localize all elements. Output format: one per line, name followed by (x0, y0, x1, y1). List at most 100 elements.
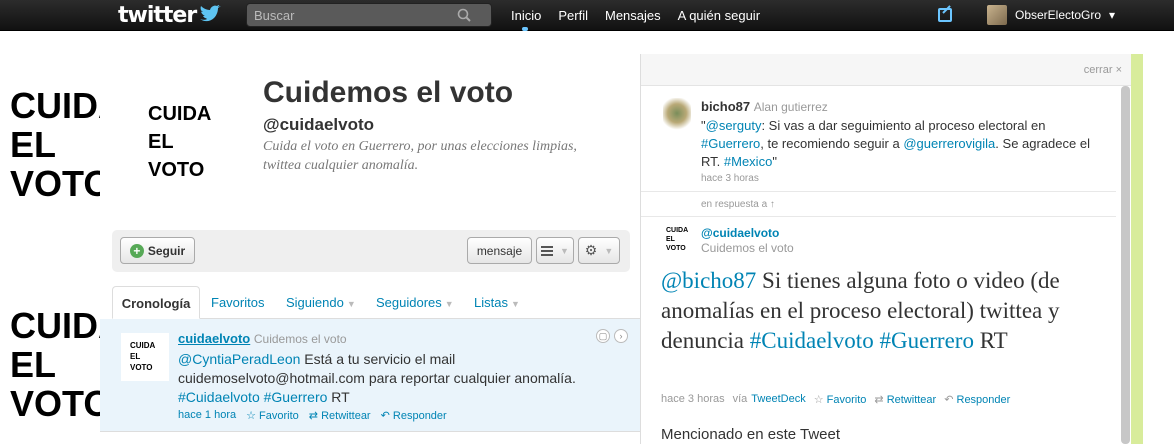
chevron-down-icon: ▼ (604, 245, 614, 256)
mentioned-heading: Mencionado en este Tweet (661, 426, 841, 443)
tab-label: Siguiendo (286, 295, 344, 310)
profile-handle: @cuidaelvoto (263, 115, 375, 134)
scrollbar[interactable] (1121, 86, 1130, 444)
message-button[interactable]: mensaje (467, 237, 532, 264)
parent-tweet-header: bicho87 Alan gutierrez (701, 99, 828, 114)
reply-icon: ↶ (944, 394, 954, 406)
tweet-text: @CyntiaPeradLeon Está a tu servicio el m… (178, 350, 598, 407)
profile-avatar[interactable]: CUIDA EL VOTO (148, 100, 211, 184)
tweet-header: cuidaelvoto Cuidemos el voto (178, 331, 347, 346)
mention-link[interactable]: @bicho87 (661, 268, 756, 293)
tweet-username[interactable]: cuidaelvoto (178, 331, 250, 346)
twitter-logo[interactable]: twitter (118, 2, 222, 28)
timeline-tweet[interactable]: CUIDA EL VOTO cuidaelvoto Cuidemos el vo… (100, 319, 641, 432)
tweet-body-end: RT (327, 389, 350, 405)
gear-icon: ⚙ (584, 242, 598, 258)
tweet-detail-pane: cerrar × bicho87 Alan gutierrez " @sergut… (640, 54, 1134, 444)
search-box[interactable] (246, 3, 492, 27)
chevron-down-icon: ▼ (346, 299, 356, 309)
nav-a-quien-seguir[interactable]: A quién seguir (678, 8, 760, 23)
tweet-time[interactable]: hace 1 hora (178, 409, 236, 422)
parent-tweet-avatar[interactable] (663, 98, 691, 132)
mention-link[interactable]: @serguty (706, 118, 762, 133)
nav-perfil[interactable]: Perfil (558, 8, 588, 23)
tab-favoritos[interactable]: Favoritos (211, 286, 264, 319)
nav-mensajes[interactable]: Mensajes (605, 8, 661, 23)
retweet-icon: ⇄ (874, 394, 884, 406)
close-button[interactable]: cerrar × (1084, 64, 1122, 76)
avatar-line: CUIDA (666, 227, 689, 234)
profile-name: Cuidemos el voto (263, 76, 514, 109)
avatar (987, 5, 1007, 25)
nav-inicio[interactable]: Inicio (511, 8, 541, 23)
chevron-down-icon: ▼ (510, 299, 520, 309)
main-tweet-avatar[interactable]: CUIDA EL VOTO (666, 226, 688, 253)
settings-menu-button[interactable]: ⚙ ▼ (578, 237, 620, 264)
favorite-action[interactable]: ☆ Favorito (246, 409, 299, 422)
tweet-mention[interactable]: @CyntiaPeradLeon (178, 351, 300, 367)
star-icon: ☆ (813, 394, 824, 406)
pane-header: cerrar × (641, 54, 1134, 86)
conversation-icon[interactable]: ▢ (596, 329, 610, 343)
parent-tweet-time[interactable]: hace 3 horas (701, 173, 759, 184)
bird-icon (200, 5, 222, 22)
follow-button[interactable]: + Seguir (120, 237, 195, 264)
hashtag-link[interactable]: #Mexico (724, 154, 772, 169)
tab-cronologia[interactable]: Cronología (112, 286, 200, 319)
hashtag-link[interactable]: #Cuidaelvoto (750, 328, 874, 353)
tweet-body: : Si vas a dar seguimiento al proceso el… (761, 118, 1046, 133)
in-reply-divider: en respuesta a ↑ (641, 191, 1116, 217)
main-tweet-actions: hace 3 horas vía TweetDeck ☆ Favorito ⇄ … (661, 393, 1010, 406)
main-nav: Inicio Perfil Mensajes A quién seguir (511, 0, 760, 31)
retweet-icon: ⇄ (308, 410, 319, 422)
parent-username[interactable]: bicho87 (701, 99, 750, 114)
tweet-avatar[interactable]: CUIDA EL VOTO (121, 333, 169, 381)
tweet-hashtags[interactable]: #Cuidaelvoto #Guerrero (178, 389, 327, 405)
search-icon[interactable] (457, 8, 471, 22)
follow-label: Seguir (147, 243, 186, 258)
chevron-right-icon[interactable]: › (614, 329, 628, 343)
retweet-action[interactable]: ⇄ Retwittear (309, 409, 371, 422)
tab-listas[interactable]: Listas ▼ (474, 286, 520, 319)
plus-icon: + (129, 243, 144, 258)
hashtag-link[interactable]: #Guerrero (701, 136, 760, 151)
search-input[interactable] (247, 7, 457, 23)
favorite-label: Favorito (826, 394, 867, 406)
main-tweet-text: @bicho87 Si tienes alguna foto o video (… (661, 266, 1101, 356)
compose-icon[interactable] (938, 8, 952, 22)
avatar-line: VOTO (666, 245, 686, 252)
chevron-down-icon: ▼ (560, 245, 569, 256)
favorite-action[interactable]: ☆ Favorito (814, 393, 867, 406)
client-link[interactable]: TweetDeck (751, 393, 805, 406)
mention-link[interactable]: @guerrerovigila (903, 136, 995, 151)
avatar-line: CUIDA (130, 341, 156, 350)
account-menu[interactable]: ObserElectoGro ▾ (987, 5, 1115, 25)
favorite-label: Favorito (259, 410, 299, 422)
profile-tabs: Cronología Favoritos Siguiendo ▼ Seguidor… (112, 286, 641, 319)
top-bar: twitter Inicio Perfil Mensajes A quién s… (0, 0, 1174, 31)
hashtag-link[interactable]: #Guerrero (879, 328, 974, 353)
profile-bio: Cuida el voto en Guerrero, por unas elec… (263, 139, 577, 173)
tweet-body: , te recomiendo seguir a (760, 136, 904, 151)
logo-wordmark: twitter (118, 2, 197, 28)
reply-label: Responder (956, 394, 1011, 406)
parent-tweet-text: " @serguty: Si vas a dar seguimiento al p… (701, 117, 1101, 171)
tweet-fullname: Cuidemos el voto (253, 332, 347, 346)
list-menu-button[interactable]: ▼ (536, 237, 574, 264)
main-tweet-fullname: Cuidemos el voto (701, 241, 794, 255)
in-reply-label[interactable]: en respuesta a ↑ (701, 199, 775, 210)
tweet-corner-icons: ▢ › (596, 329, 628, 343)
list-icon (541, 245, 554, 256)
reply-action[interactable]: ↶ Responder (944, 393, 1010, 406)
pane-edge (1131, 54, 1143, 444)
retweet-action[interactable]: ⇄ Retwittear (874, 393, 936, 406)
star-icon: ☆ (246, 410, 256, 422)
tweet-actions: hace 1 hora ☆ Favorito ⇄ Retwittear ↶ Re… (178, 409, 447, 422)
profile-action-bar: + Seguir mensaje ▼ ⚙ ▼ (112, 230, 630, 272)
main-tweet-handle[interactable]: @cuidaelvoto (701, 226, 779, 240)
tab-siguiendo[interactable]: Siguiendo ▼ (286, 286, 356, 319)
reply-action[interactable]: ↶ Responder (381, 409, 447, 422)
active-nav-indicator (522, 27, 528, 31)
tab-seguidores[interactable]: Seguidores ▼ (376, 286, 454, 319)
avatar-line: EL (148, 131, 174, 153)
